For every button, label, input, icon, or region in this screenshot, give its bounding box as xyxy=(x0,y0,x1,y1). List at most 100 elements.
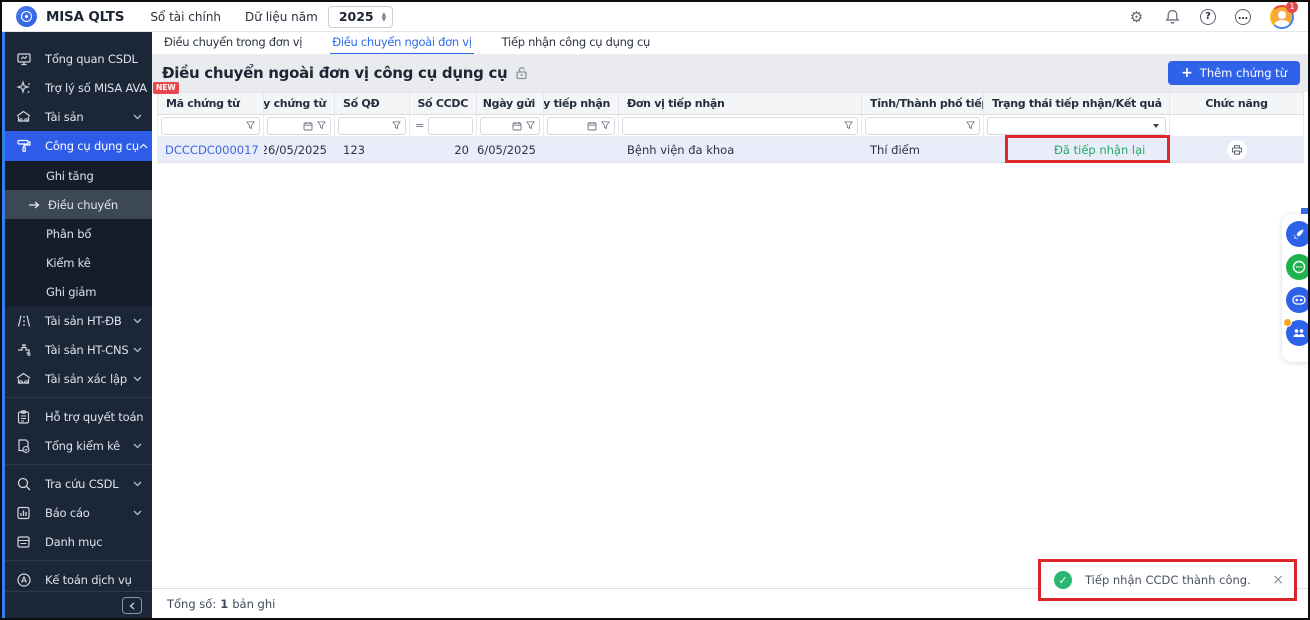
add-document-label: Thêm chứng từ xyxy=(1200,66,1287,80)
col-ngay-chung-tu[interactable]: Ngày chứng từ xyxy=(264,93,335,115)
main-content: Điều chuyển trong đơn vị Điều chuyển ngo… xyxy=(152,32,1308,618)
sidebar-item-tai-san-xac-lap[interactable]: Tài sản xác lập xyxy=(2,364,152,393)
filter-ngay-tiep-nhan-input[interactable] xyxy=(547,117,615,135)
sidebar-item-tai-san-ht-cns[interactable]: Tài sản HT-CNS xyxy=(2,335,152,364)
submenu-item-phan-bo[interactable]: Phân bổ xyxy=(2,219,152,248)
paint-roller-icon xyxy=(15,138,32,155)
clipboard-icon xyxy=(15,408,32,425)
more-options-icon[interactable]: … xyxy=(1235,9,1251,25)
sidebar-item-cong-cu-dung-cu[interactable]: Công cụ dụng cụ xyxy=(2,131,152,161)
sidebar-item-ke-toan-dich-vu[interactable]: Kế toán dịch vụ xyxy=(2,565,152,594)
tab-bar: Điều chuyển trong đơn vị Điều chuyển ngo… xyxy=(152,32,1308,54)
submenu-item-ghi-tang[interactable]: Ghi tăng xyxy=(2,161,152,190)
tab-dieu-chuyen-trong-don-vi[interactable]: Điều chuyển trong đơn vị xyxy=(162,32,304,53)
app-name: MISA QLTS xyxy=(46,9,124,25)
col-ngay-gui[interactable]: Ngày gửi xyxy=(477,93,544,115)
settings-gear-icon[interactable]: ⚙ xyxy=(1128,8,1145,25)
sidebar-item-bao-cao[interactable]: Báo cáo xyxy=(2,498,152,527)
tab-tiep-nhan-cong-cu-dung-cu[interactable]: Tiếp nhận công cụ dụng cụ xyxy=(500,32,652,53)
filter-icon xyxy=(526,121,535,130)
monitor-icon xyxy=(15,50,32,67)
add-document-button[interactable]: + Thêm chứng từ xyxy=(1168,61,1300,85)
sidebar-item-tong-kiem-ke[interactable]: Tổng kiểm kê xyxy=(2,431,152,460)
sidebar-item-label: Tổng kiểm kê xyxy=(45,439,120,453)
notifications-bell-icon[interactable] xyxy=(1164,8,1181,25)
filter-chuc-nang-empty xyxy=(1170,115,1304,137)
community-people-icon[interactable] xyxy=(1286,320,1310,346)
filter-so-qd-input[interactable] xyxy=(338,117,406,135)
sidebar-item-tra-cuu-csdl[interactable]: Tra cứu CSDL xyxy=(2,469,152,498)
table-filter-row: = xyxy=(157,115,1304,137)
submenu-item-kiem-ke[interactable]: Kiểm kê xyxy=(2,248,152,277)
zalo-chat-icon[interactable] xyxy=(1286,254,1310,280)
sidebar-divider xyxy=(2,464,152,465)
bar-chart-icon xyxy=(15,504,32,521)
sidebar-item-ho-tro-quyet-toan[interactable]: Hỗ trợ quyết toán xyxy=(2,402,152,431)
col-tinh-thanh-pho[interactable]: Tỉnh/Thành phố tiếp nhận xyxy=(862,93,984,115)
sidebar-item-label: Tài sản HT-ĐB xyxy=(45,314,122,328)
submenu-item-dieu-chuyen[interactable]: Điều chuyển xyxy=(2,190,152,219)
document-code-link[interactable]: DCCCDC000017 xyxy=(165,143,259,157)
sidebar-item-tong-quan-csdl[interactable]: Tổng quan CSDL xyxy=(2,44,152,73)
documents-table: Mã chứng từ Ngày chứng từ Số QĐ Số CCDC … xyxy=(157,92,1304,163)
tab-dieu-chuyen-ngoai-don-vi[interactable]: Điều chuyển ngoài đơn vị xyxy=(330,32,473,55)
col-trang-thai[interactable]: Trạng thái tiếp nhận/Kết quả xyxy=(984,93,1170,115)
filter-ngay-gui-input[interactable] xyxy=(480,117,540,135)
filter-tinh-thanh-pho-input[interactable] xyxy=(865,117,980,135)
year-spinner-icon[interactable]: ▲▼ xyxy=(382,12,387,22)
chevron-down-icon xyxy=(133,376,142,382)
col-don-vi-tiep-nhan[interactable]: Đơn vị tiếp nhận xyxy=(619,93,862,115)
new-badge: NEW xyxy=(153,82,179,94)
sidebar-item-tai-san-ht-db[interactable]: Tài sản HT-ĐB xyxy=(2,306,152,335)
col-ma-chung-tu[interactable]: Mã chứng từ xyxy=(157,93,264,115)
year-selector[interactable]: 2025 ▲▼ xyxy=(328,6,393,28)
sidebar-item-tai-san[interactable]: Tài sản xyxy=(2,102,152,131)
filter-icon xyxy=(844,121,853,130)
col-so-qd[interactable]: Số QĐ xyxy=(335,93,410,115)
toast-close-icon[interactable]: × xyxy=(1272,573,1284,587)
submenu-label: Kiểm kê xyxy=(46,256,91,270)
app-logo-icon xyxy=(16,6,37,27)
messenger-bot-icon[interactable] xyxy=(1286,287,1310,313)
cell-tinh-thanh-pho: Thí điểm xyxy=(862,137,984,163)
filter-ma-chung-tu-input[interactable] xyxy=(161,117,260,135)
chevron-down-icon xyxy=(133,443,142,449)
asset-house-icon xyxy=(15,370,32,387)
table-row[interactable]: DCCCDC000017 26/05/2025 123 20 26/05/202… xyxy=(157,137,1304,163)
avatar-notification-badge: 1 xyxy=(1286,1,1298,13)
submenu-item-ghi-giam[interactable]: Ghi giảm xyxy=(2,277,152,306)
success-check-icon: ✓ xyxy=(1054,571,1072,589)
assistant-rocket-icon[interactable] xyxy=(1286,221,1310,247)
faucet-icon xyxy=(15,341,32,358)
cong-cu-dung-cu-submenu: Ghi tăng Điều chuyển Phân bổ Kiểm kê Ghi… xyxy=(2,161,152,306)
filter-ngay-chung-tu-input[interactable] xyxy=(267,117,331,135)
calendar-icon xyxy=(512,121,522,131)
page-title: Điều chuyển ngoài đơn vị công cụ dụng cụ xyxy=(162,64,507,82)
sidebar-item-danh-muc[interactable]: Danh mục xyxy=(2,527,152,556)
sidebar-collapse-button[interactable] xyxy=(122,597,142,614)
dropdown-caret-icon xyxy=(1153,124,1159,128)
filter-don-vi-tiep-nhan-input[interactable] xyxy=(622,117,858,135)
document-check-icon xyxy=(15,437,32,454)
filter-so-ccdc-input[interactable] xyxy=(428,117,473,135)
success-toast: ✓ Tiếp nhận CCDC thành công. × xyxy=(1041,562,1294,598)
filter-trang-thai-select[interactable] xyxy=(987,117,1166,135)
print-button[interactable] xyxy=(1227,140,1247,160)
sparkle-icon xyxy=(15,79,32,96)
user-avatar[interactable]: 1 xyxy=(1270,5,1294,29)
col-so-ccdc[interactable]: Số CCDC xyxy=(410,93,477,115)
sidebar-item-label: Tài sản xyxy=(45,110,84,124)
col-ngay-tiep-nhan[interactable]: Ngày tiếp nhận xyxy=(544,93,619,115)
sidebar: Tổng quan CSDL Trợ lý số MISA AVA NEW Tà… xyxy=(2,32,152,618)
sidebar-item-tro-ly-so-misa-ava[interactable]: Trợ lý số MISA AVA NEW xyxy=(2,73,152,102)
cell-ngay-tiep-nhan xyxy=(544,137,619,163)
calendar-icon xyxy=(587,121,597,131)
chevron-down-icon xyxy=(133,510,142,516)
menu-so-tai-chinh[interactable]: Sổ tài chính xyxy=(150,10,221,24)
filter-icon xyxy=(601,121,610,130)
cell-so-qd: 123 xyxy=(335,137,410,163)
accounting-service-icon xyxy=(15,571,32,588)
equals-operator[interactable]: = xyxy=(415,119,424,132)
help-icon[interactable]: ? xyxy=(1200,9,1216,25)
chevron-down-icon xyxy=(133,347,142,353)
